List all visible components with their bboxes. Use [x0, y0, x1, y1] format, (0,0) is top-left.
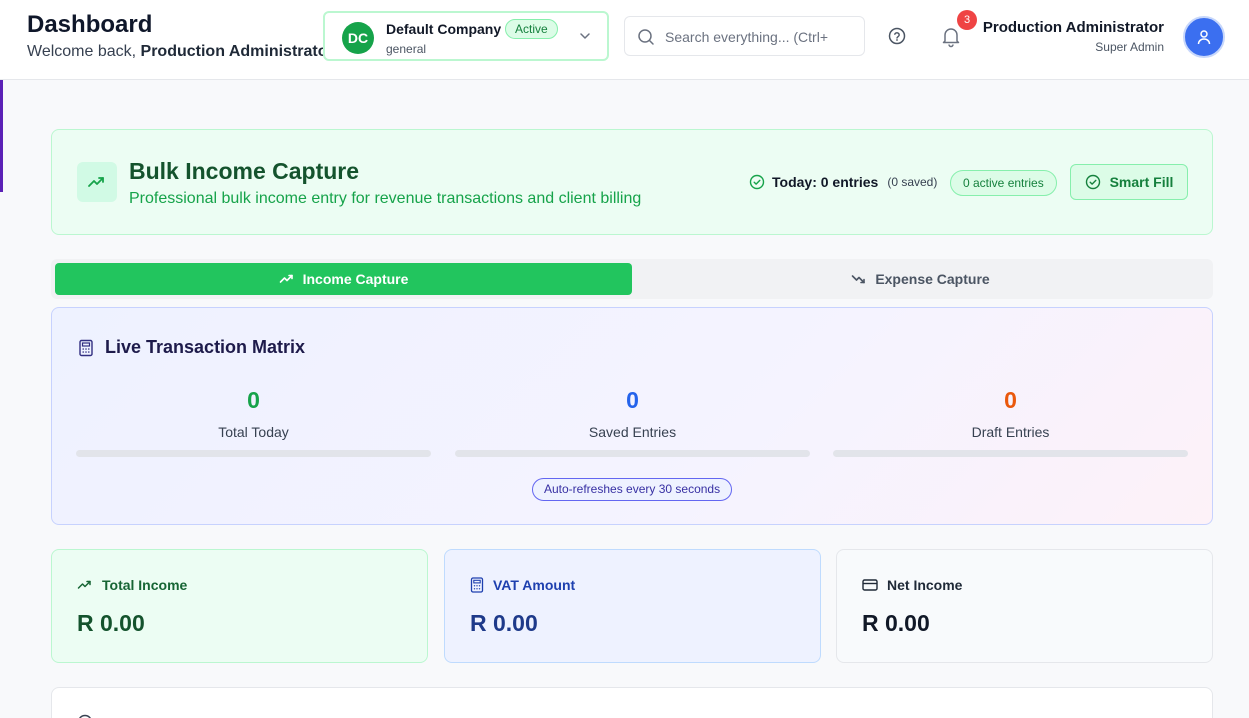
stat-value: 0 [1004, 387, 1017, 413]
today-entries-label: Today: 0 entries [772, 174, 879, 190]
trending-down-icon [852, 275, 866, 284]
total-income-card: Total Income R 0.00 [51, 549, 428, 663]
tab-label: Income Capture [302, 271, 409, 287]
trending-up-icon [77, 580, 91, 589]
help-icon[interactable] [886, 25, 908, 47]
today-saved-count: (0 saved) [887, 175, 938, 189]
tab-income-capture[interactable]: Income Capture [55, 263, 632, 295]
vat-amount-card: VAT Amount R 0.00 [444, 549, 821, 663]
card-label: Net Income [887, 577, 963, 593]
company-switcher[interactable]: DC Default Company Active general [323, 11, 609, 61]
card-header: Net Income [862, 577, 962, 593]
stat-label: Saved Entries [588, 424, 677, 440]
tab-label: Expense Capture [875, 271, 990, 287]
smart-fill-button[interactable]: Smart Fill [1070, 164, 1188, 200]
check-circle-icon [1085, 174, 1100, 190]
auto-refresh-badge: Auto-refreshes every 30 seconds [532, 478, 733, 501]
total-income-value: R 0.00 [77, 610, 145, 636]
card-header: Total Income [77, 577, 187, 593]
stat-label: Total Today [218, 424, 289, 440]
bell-icon[interactable] [939, 24, 963, 48]
global-search[interactable] [624, 16, 865, 56]
active-entries-badge: 0 active entries [950, 170, 1057, 196]
company-avatar: DC [342, 22, 374, 54]
stat-progress-bar [455, 450, 810, 457]
matrix-header: Live Transaction Matrix [77, 337, 305, 358]
card-header: VAT Amount [470, 577, 575, 593]
company-status-badge: Active [505, 19, 558, 39]
user-name: Production Administrator [982, 19, 1164, 36]
welcome-user-name: Production Administrator [140, 43, 334, 60]
stat-total-today: 0 Total Today [76, 387, 431, 457]
card-label: Total Income [102, 577, 188, 593]
net-income-value: R 0.00 [862, 610, 930, 636]
card-header [77, 714, 93, 718]
page-title: Dashboard [27, 11, 153, 38]
trending-up-icon [77, 162, 117, 202]
user-icon [1197, 30, 1211, 45]
stat-progress-bar [76, 450, 431, 457]
stat-label: Draft Entries [971, 424, 1050, 440]
info-circle-icon [79, 714, 91, 718]
tab-expense-capture[interactable]: Expense Capture [632, 263, 1209, 295]
stat-value: 0 [247, 387, 260, 413]
card-label: VAT Amount [493, 577, 576, 593]
calculator-icon [79, 339, 93, 356]
chevron-down-icon [580, 33, 590, 39]
section-title: Bulk Income Capture [129, 158, 360, 184]
calculator-icon [470, 577, 484, 593]
top-header: Dashboard Welcome back, Production Admin… [0, 0, 1249, 80]
welcome-message: Welcome back, Production Administrator [27, 43, 334, 61]
stat-draft-entries: 0 Draft Entries [833, 387, 1188, 457]
matrix-title: Live Transaction Matrix [105, 337, 306, 357]
credit-card-icon [862, 579, 878, 591]
stat-progress-bar [833, 450, 1188, 457]
welcome-prefix: Welcome back, [27, 43, 137, 60]
capture-tabs: Income Capture Expense Capture [51, 259, 1213, 299]
net-income-card: Net Income R 0.00 [836, 549, 1213, 663]
vat-amount-value: R 0.00 [470, 610, 538, 636]
search-icon [638, 29, 654, 45]
company-subtitle: general [386, 42, 427, 56]
today-entries-status: Today: 0 entries (0 saved) [749, 174, 937, 190]
section-subtitle: Professional bulk income entry for reven… [129, 190, 642, 207]
bulk-income-header-card: Bulk Income Capture Professional bulk in… [51, 129, 1213, 235]
notification-count-badge: 3 [957, 10, 977, 30]
user-role: Super Admin [1095, 40, 1164, 54]
trending-up-icon [279, 274, 293, 283]
check-circle-icon [749, 174, 765, 190]
smart-fill-label: Smart Fill [1109, 174, 1174, 190]
vat-details-card [51, 687, 1213, 718]
user-avatar[interactable] [1183, 16, 1225, 58]
stat-saved-entries: 0 Saved Entries [455, 387, 810, 457]
stat-value: 0 [626, 387, 639, 413]
company-name: Default Company [386, 21, 502, 37]
search-input[interactable] [665, 26, 855, 48]
live-transaction-matrix: Live Transaction Matrix 0 Total Today 0 … [51, 307, 1213, 525]
